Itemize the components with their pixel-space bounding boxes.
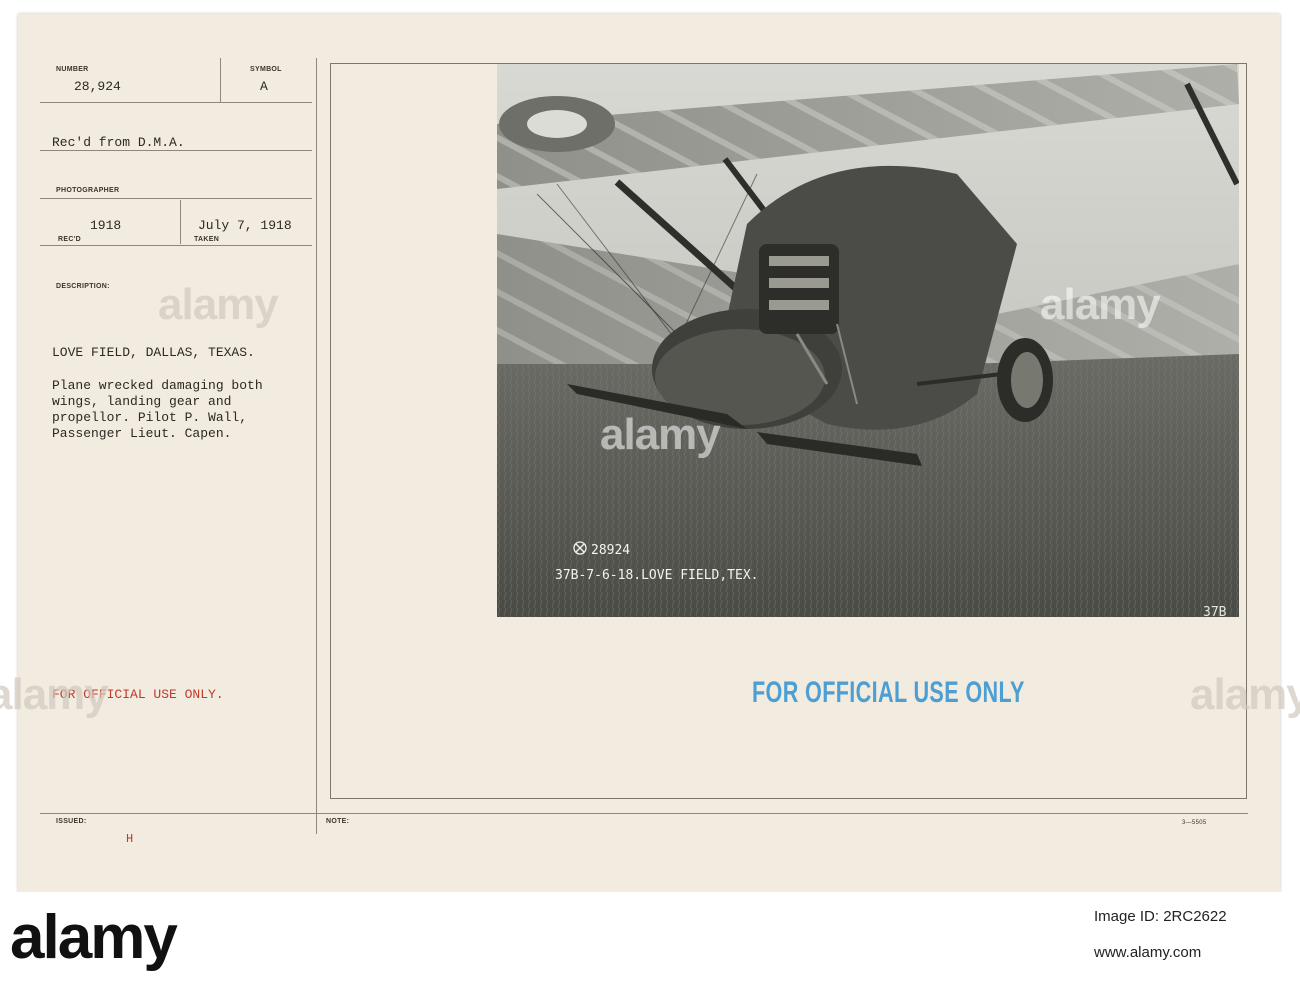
column-rule <box>316 58 317 834</box>
watermark-right: alamy <box>1040 280 1161 329</box>
wrecked-biplane-illustration: 28924 37B-7-6-18.LOVE FIELD,TEX. 37B <box>497 64 1239 617</box>
description-label: DESCRIPTION: <box>56 283 110 290</box>
number-value: 28,924 <box>74 79 121 94</box>
watermark-center: alamy <box>600 410 721 459</box>
header-divider <box>220 58 221 103</box>
photographer-label: PHOTOGRAPHER <box>56 187 120 194</box>
location-text: LOVE FIELD, DALLAS, TEXAS. <box>52 345 255 360</box>
taken-date: July 7, 1918 <box>198 218 292 233</box>
photo-corner-mark: 37B <box>1203 605 1227 617</box>
received-label: REC'D <box>58 236 81 243</box>
site-url-text: www.alamy.com <box>1094 944 1202 961</box>
issued-value: H <box>126 832 134 846</box>
bottom-rule <box>40 813 1248 814</box>
aircraft-photo: 28924 37B-7-6-18.LOVE FIELD,TEX. 37B <box>497 64 1239 617</box>
watermark-edge-left: alamy <box>0 670 109 719</box>
description-line: Plane wrecked damaging both <box>52 378 263 393</box>
rule <box>40 150 312 151</box>
issued-label: ISSUED: <box>56 818 87 825</box>
photo-inscription-caption: 37B-7-6-18.LOVE FIELD,TEX. <box>555 568 759 583</box>
rule <box>40 245 312 246</box>
symbol-label: SYMBOL <box>250 66 282 73</box>
note-label: NOTE: <box>326 818 350 825</box>
form-number: 3—5505 <box>1182 820 1207 826</box>
symbol-value: A <box>260 79 268 94</box>
rule <box>40 198 312 199</box>
official-use-stamp: FOR OFFICIAL USE ONLY <box>752 676 1025 709</box>
taken-label: TAKEN <box>194 236 220 243</box>
watermark-edge-right: alamy <box>1190 670 1300 719</box>
date-divider <box>180 200 181 244</box>
footer-bar <box>0 892 1300 982</box>
received-from: Rec'd from D.M.A. <box>52 135 185 150</box>
alamy-logo: alamy <box>10 903 178 972</box>
rule <box>40 102 312 103</box>
description-line: Passenger Lieut. Capen. <box>52 426 232 441</box>
photo-inscription-number: 28924 <box>591 543 630 558</box>
image-id-text: Image ID: 2RC2622 <box>1094 908 1227 925</box>
received-year: 1918 <box>90 218 122 233</box>
watermark-left: alamy <box>158 280 279 329</box>
description-line: wings, landing gear and <box>52 394 232 409</box>
description-line: propellor. Pilot P. Wall, <box>52 410 248 425</box>
number-label: NUMBER <box>56 66 89 73</box>
